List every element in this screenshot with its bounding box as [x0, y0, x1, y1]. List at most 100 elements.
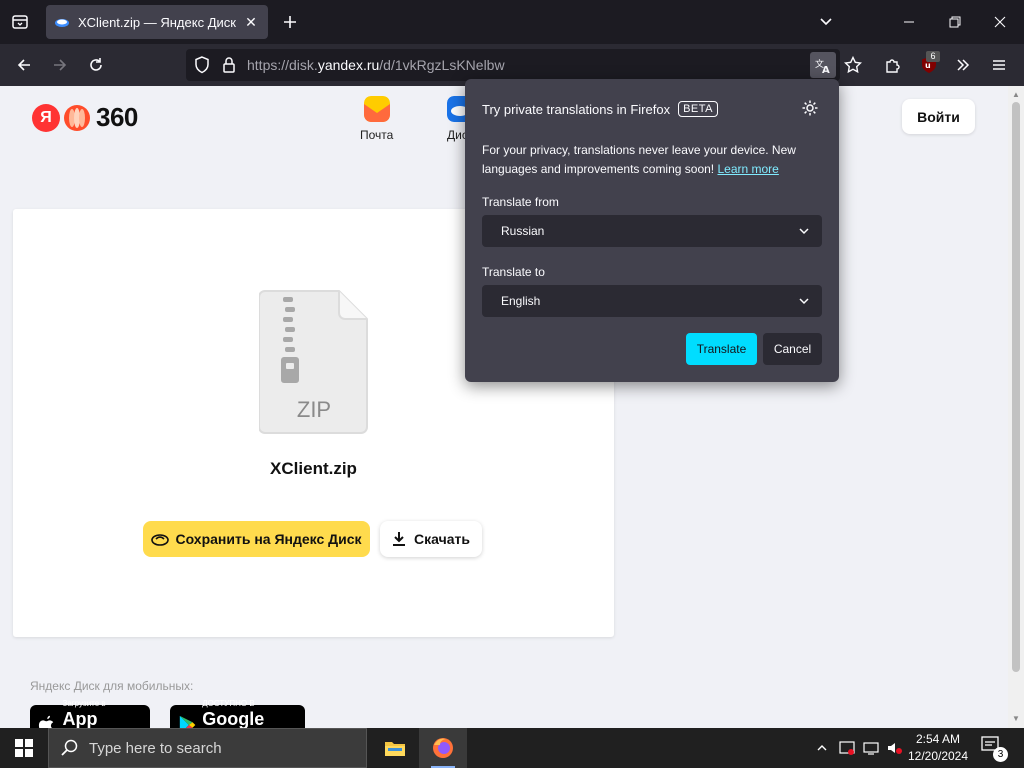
restore-icon	[949, 16, 961, 28]
search-icon	[61, 739, 78, 756]
translation-panel-header: Try private translations in Firefox BETA	[482, 101, 719, 117]
service-mail-label: Почта	[360, 128, 394, 142]
extension-badge: 6	[926, 51, 940, 62]
beta-badge: BETA	[678, 101, 719, 117]
star-icon	[844, 56, 862, 74]
translate-page-button[interactable]: 文A	[810, 52, 836, 78]
hamburger-icon	[993, 60, 1005, 70]
folder-icon	[385, 742, 405, 756]
download-icon	[393, 532, 406, 546]
translate-button[interactable]: Translate	[686, 333, 757, 365]
taskbar-firefox[interactable]	[419, 728, 467, 768]
lock-icon[interactable]	[222, 56, 236, 74]
scroll-down-arrow-icon[interactable]: ▼	[1012, 714, 1020, 723]
tab-close-icon[interactable]: ✕	[242, 13, 260, 31]
taskbar-file-explorer[interactable]	[371, 728, 419, 768]
translate-from-select[interactable]: Russian	[482, 215, 822, 247]
firefox-icon	[433, 738, 453, 758]
windows-logo-icon	[15, 739, 33, 757]
tracking-protection-shield-icon[interactable]	[194, 56, 210, 74]
scroll-up-arrow-icon[interactable]: ▲	[1012, 90, 1020, 99]
url-bar[interactable]: https://disk.yandex.ru/d/1vkRgzLsKNelbw …	[186, 49, 840, 81]
back-button[interactable]	[10, 51, 38, 79]
list-all-tabs-button[interactable]	[812, 8, 840, 36]
puzzle-icon	[886, 59, 900, 73]
notification-count: 3	[993, 747, 1008, 762]
overflow-menu-button[interactable]	[949, 51, 977, 79]
mobile-apps-label: Яндекс Диск для мобильных:	[30, 679, 194, 693]
taskbar-clock[interactable]: 2:54 AM 12/20/2024	[902, 731, 974, 765]
back-arrow-icon	[17, 59, 30, 71]
mail-icon	[363, 96, 390, 122]
clock-time: 2:54 AM	[915, 732, 961, 746]
save-to-disk-label: Сохранить на Яндекс Диск	[175, 531, 362, 547]
chevron-down-icon	[799, 298, 809, 305]
show-hidden-icons-button[interactable]	[812, 728, 832, 768]
svg-text:u: u	[925, 61, 931, 70]
reload-button[interactable]	[82, 51, 110, 79]
apple-icon	[38, 715, 54, 728]
logo-number: 360	[96, 102, 138, 132]
translate-from-label: Translate from	[482, 195, 559, 209]
svg-text:A: A	[822, 65, 830, 74]
tray-security-icon[interactable]	[836, 728, 858, 768]
close-icon	[994, 16, 1006, 28]
cancel-button[interactable]: Cancel	[763, 333, 822, 365]
tab-title: XClient.zip — Яндекс Диск	[78, 14, 236, 30]
volume-muted-icon	[888, 743, 902, 754]
clock-date: 12/20/2024	[907, 749, 969, 763]
tab-list-button[interactable]	[6, 8, 34, 36]
chevron-down-icon	[799, 228, 809, 235]
security-shield-icon	[839, 741, 855, 755]
zip-label: ZIP	[296, 397, 332, 422]
translate-to-value: English	[501, 294, 541, 308]
app-store-big: App Store	[62, 709, 98, 728]
translate-to-select[interactable]: English	[482, 285, 822, 317]
page-scrollbar[interactable]: ▲ ▼	[1008, 86, 1024, 728]
minimize-button[interactable]	[895, 8, 923, 36]
tray-volume-icon[interactable]	[884, 728, 904, 768]
file-name: XClient.zip	[270, 459, 357, 478]
tray-network-icon[interactable]	[860, 728, 882, 768]
service-mail[interactable]: Почта	[360, 96, 393, 142]
360-rings-icon	[64, 104, 90, 131]
new-tab-button[interactable]	[278, 10, 302, 34]
translation-description: For your privacy, translations never lea…	[482, 141, 812, 179]
translate-icon: 文A	[815, 58, 830, 74]
download-button[interactable]: Скачать	[380, 521, 482, 557]
translate-to-label: Translate to	[482, 265, 545, 279]
notification-center-button[interactable]: 3	[980, 734, 1008, 762]
translate-from-value: Russian	[501, 224, 545, 238]
taskbar-search-box[interactable]: Type here to search	[48, 728, 367, 768]
search-placeholder: Type here to search	[89, 739, 222, 757]
reload-icon	[90, 58, 102, 71]
network-icon	[863, 742, 879, 755]
scrollbar-thumb[interactable]	[1012, 102, 1020, 672]
extensions-button[interactable]	[879, 51, 907, 79]
save-to-disk-button[interactable]: Сохранить на Яндекс Диск	[143, 521, 370, 557]
google-play-icon	[179, 715, 196, 728]
url-text: https://disk.yandex.ru/d/1vkRgzLsKNelbw	[247, 57, 505, 73]
forward-button[interactable]	[46, 51, 74, 79]
learn-more-link[interactable]: Learn more	[717, 162, 778, 176]
google-play-badge[interactable]: ДОСТУПНО ВGoogle Play	[170, 699, 305, 728]
gear-icon[interactable]	[801, 99, 819, 117]
close-window-button[interactable]	[986, 8, 1014, 36]
tab-active[interactable]: XClient.zip — Яндекс Диск ✕	[46, 5, 268, 39]
disk-save-icon	[151, 534, 170, 546]
restore-button[interactable]	[941, 8, 969, 36]
download-label: Скачать	[414, 531, 470, 547]
double-chevron-icon	[957, 59, 970, 71]
yandex-disk-favicon-icon	[55, 19, 69, 27]
app-store-badge[interactable]: Загрузите вApp Store	[30, 699, 150, 728]
plus-icon	[284, 16, 296, 28]
yandex-360-logo[interactable]: Я 360	[32, 102, 138, 133]
translation-panel-title: Try private translations in Firefox	[482, 101, 671, 117]
app-menu-button[interactable]	[985, 51, 1013, 79]
start-button[interactable]	[0, 728, 48, 768]
translation-panel: Try private translations in Firefox BETA…	[465, 79, 839, 382]
login-button[interactable]: Войти	[902, 99, 975, 134]
tab-list-icon	[12, 15, 28, 29]
minimize-icon	[904, 21, 914, 23]
bookmark-star-button[interactable]	[839, 51, 867, 79]
